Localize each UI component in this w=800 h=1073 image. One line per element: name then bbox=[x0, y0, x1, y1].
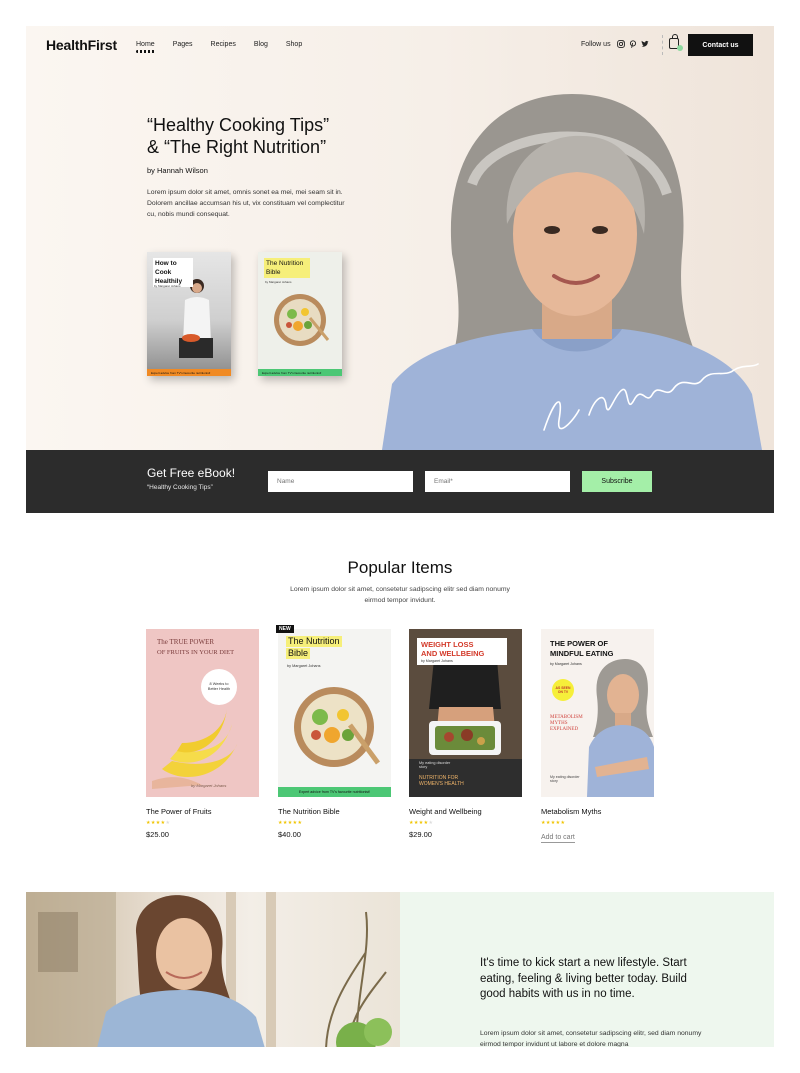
cover-signature: by Margaret Johans bbox=[191, 783, 227, 788]
cover-seal-text: AS SEEN ON TV bbox=[555, 686, 571, 694]
nav-links: Home Pages Recipes Blog Shop bbox=[136, 41, 320, 53]
nav-home[interactable]: Home bbox=[136, 41, 155, 53]
cover-title-line-1: WEIGHT LOSS bbox=[421, 640, 474, 649]
rating-stars: ★★★★★ bbox=[409, 820, 434, 826]
hero-book-nutrition-bible[interactable]: The Nutrition Bible by Margaret Johans E… bbox=[258, 252, 342, 376]
rating-stars: ★★★★★ bbox=[541, 820, 566, 826]
cover-seal: AS SEEN ON TV bbox=[552, 679, 574, 701]
woman-reading-illustration bbox=[26, 892, 392, 1047]
hero-book-band: Expert advice from TV's favourite nutrit… bbox=[258, 369, 342, 376]
product-cover-image[interactable]: THE POWER OF MINDFUL EATING by Margaret … bbox=[541, 629, 654, 797]
contact-us-button[interactable]: Contact us bbox=[688, 34, 753, 56]
hero-title-line-1: “Healthy Cooking Tips” bbox=[147, 115, 330, 135]
ebook-subtitle: “Healthy Cooking Tips” bbox=[147, 484, 213, 491]
product-price: $25.00 bbox=[146, 830, 169, 839]
cover-title-line-2: OF FRUITS IN YOUR DIET bbox=[157, 649, 235, 656]
hero-title: “Healthy Cooking Tips” & “The Right Nutr… bbox=[147, 114, 377, 158]
lifestyle-photo bbox=[26, 892, 400, 1047]
cover-title-line-1: The Nutrition bbox=[286, 636, 342, 647]
cover-subtitle: NUTRITION FOR WOMEN'S HEALTH bbox=[419, 775, 464, 787]
cover-author: by Margaret Johans bbox=[421, 659, 453, 663]
free-ebook-bar: Get Free eBook! “Healthy Cooking Tips” S… bbox=[26, 450, 774, 513]
bananas-illustration bbox=[152, 709, 237, 789]
hero-description: Lorem ipsum dolor sit amet, omnis sonet … bbox=[147, 189, 345, 218]
product-card-nutrition-bible[interactable]: NEW The Nutrition Bible by Margaret Joha… bbox=[276, 625, 391, 839]
subscribe-button[interactable]: Subscribe bbox=[582, 471, 652, 492]
product-price: $29.00 bbox=[409, 830, 432, 839]
cover-title-box: WEIGHT LOSS AND WELLBEING by Margaret Jo… bbox=[417, 638, 507, 665]
instagram-icon[interactable] bbox=[617, 40, 625, 50]
hero-author: by Hannah Wilson bbox=[147, 166, 208, 175]
nav-pages[interactable]: Pages bbox=[173, 41, 193, 48]
rating-stars: ★★★★★ bbox=[278, 820, 303, 826]
cover-extra: My eating disorder story bbox=[419, 761, 451, 769]
name-field[interactable] bbox=[268, 471, 413, 492]
popular-items-title: Popular Items bbox=[347, 558, 453, 577]
cover-title-line-1: The TRUE POWER bbox=[157, 638, 215, 646]
salad-bowl-illustration bbox=[294, 687, 380, 767]
lifestyle-headline: It's time to kick start a new lifestyle.… bbox=[480, 957, 687, 1000]
woman-portrait-illustration bbox=[587, 659, 654, 797]
cover-title-line-2: AND WELLBEING bbox=[421, 649, 485, 658]
hero-book-band: Expert advice from TV's favourite nutrit… bbox=[147, 369, 231, 376]
cover-title-line-2: Bible bbox=[286, 648, 311, 659]
hero-book-title: How to Cook Healthily bbox=[153, 258, 193, 287]
product-name[interactable]: The Nutrition Bible bbox=[278, 807, 391, 816]
cover-title-line-1: THE POWER OF bbox=[550, 639, 608, 648]
popular-items-description: Lorem ipsum dolor sit amet, consetetur s… bbox=[290, 586, 510, 604]
hero-book-author: by Margaret Johans bbox=[265, 280, 292, 284]
product-card-weight-wellbeing[interactable]: WEIGHT LOSS AND WELLBEING by Margaret Jo… bbox=[409, 629, 522, 839]
site-logo[interactable]: HealthFirst bbox=[46, 37, 117, 53]
product-card-power-of-fruits[interactable]: The TRUE POWER OF FRUITS IN YOUR DIET 8 … bbox=[146, 629, 259, 839]
pinterest-icon[interactable] bbox=[629, 40, 637, 50]
cover-author: by Margaret Johans bbox=[550, 662, 582, 666]
product-cover-image[interactable]: The TRUE POWER OF FRUITS IN YOUR DIET 8 … bbox=[146, 629, 259, 797]
twitter-icon[interactable] bbox=[641, 40, 649, 50]
header-divider bbox=[662, 35, 663, 55]
add-to-cart-button[interactable]: Add to cart bbox=[541, 834, 575, 843]
product-name[interactable]: Weight and Wellbeing bbox=[409, 807, 522, 816]
cart-badge bbox=[677, 45, 683, 51]
hero-section: HealthFirst Home Pages Recipes Blog Shop… bbox=[26, 26, 774, 450]
top-navigation: HealthFirst Home Pages Recipes Blog Shop… bbox=[26, 26, 774, 66]
page: HealthFirst Home Pages Recipes Blog Shop… bbox=[26, 26, 774, 1047]
product-name[interactable]: The Power of Fruits bbox=[146, 807, 259, 816]
hero-title-line-2: & “The Right Nutrition” bbox=[147, 137, 327, 157]
nav-shop[interactable]: Shop bbox=[286, 41, 302, 48]
cover-author: by Margaret Johans bbox=[287, 664, 321, 668]
cover-band: Expert advice from TV's favourite nutrit… bbox=[278, 787, 391, 797]
lifestyle-banner: It's time to kick start a new lifestyle.… bbox=[26, 892, 774, 1047]
nav-recipes[interactable]: Recipes bbox=[211, 41, 236, 48]
hero-book-how-to-cook[interactable]: How to Cook Healthily by Margaret Johans… bbox=[147, 252, 231, 376]
hero-book-author: by Margaret Johans bbox=[154, 284, 181, 288]
cover-extra: My eating disorder story bbox=[550, 775, 580, 783]
salad-bowl-illustration bbox=[274, 294, 330, 346]
product-card-metabolism-myths[interactable]: THE POWER OF MINDFUL EATING by Margaret … bbox=[541, 629, 654, 844]
email-field[interactable] bbox=[425, 471, 570, 492]
product-cover-image[interactable]: WEIGHT LOSS AND WELLBEING by Margaret Jo… bbox=[409, 629, 522, 797]
product-price: $40.00 bbox=[278, 830, 301, 839]
signature-image bbox=[543, 363, 759, 431]
cover-subtitle: METABOLISM MYTHS EXPLAINED bbox=[550, 715, 583, 732]
follow-us-label: Follow us bbox=[581, 41, 611, 48]
nav-blog[interactable]: Blog bbox=[254, 41, 268, 48]
lifestyle-text-panel: It's time to kick start a new lifestyle.… bbox=[400, 892, 774, 1047]
new-badge: NEW bbox=[276, 625, 294, 633]
product-cover-image[interactable]: The Nutrition Bible by Margaret Johans E… bbox=[278, 629, 391, 797]
rating-stars: ★★★★★ bbox=[146, 820, 171, 826]
product-name[interactable]: Metabolism Myths bbox=[541, 807, 654, 816]
ebook-title: Get Free eBook! bbox=[147, 466, 236, 480]
hero-book-title: The Nutrition Bible bbox=[264, 258, 310, 278]
lifestyle-description: Lorem ipsum dolor sit amet, consetetur s… bbox=[480, 1030, 702, 1047]
